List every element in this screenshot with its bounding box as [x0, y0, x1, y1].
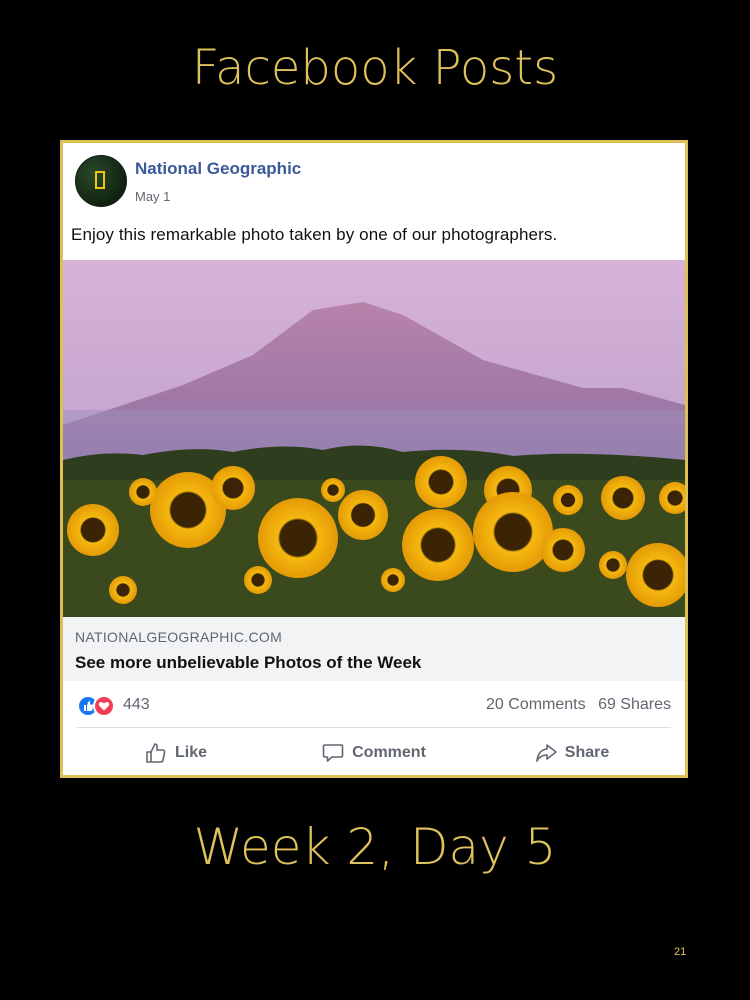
- like-button[interactable]: Like: [77, 735, 275, 771]
- comment-button[interactable]: Comment: [275, 735, 473, 771]
- comment-icon: [322, 744, 344, 762]
- shares-count[interactable]: 69 Shares: [598, 696, 671, 713]
- comments-count[interactable]: 20 Comments: [486, 696, 586, 713]
- avatar[interactable]: [75, 155, 127, 207]
- share-label: Share: [564, 744, 610, 761]
- post-text: Enjoy this remarkable photo taken by one…: [71, 225, 558, 244]
- post-actions: Like Comment Share: [77, 735, 671, 771]
- post-date[interactable]: May 1: [135, 189, 170, 204]
- nat-geo-logo-icon: [95, 171, 105, 189]
- page-name-link[interactable]: National Geographic: [135, 159, 301, 179]
- post-header: National Geographic May 1: [75, 155, 665, 209]
- action-divider: [77, 727, 671, 728]
- link-preview[interactable]: NATIONALGEOGRAPHIC.COM See more unbeliev…: [63, 617, 685, 681]
- like-label: Like: [174, 744, 207, 761]
- post-stats: 20 Comments 69 Shares: [478, 696, 671, 714]
- reaction-summary: 443 20 Comments 69 Shares: [77, 691, 671, 721]
- page-number: 21: [674, 946, 687, 958]
- link-domain: NATIONALGEOGRAPHIC.COM: [75, 629, 283, 645]
- reaction-count[interactable]: 443: [123, 696, 150, 714]
- day-label: Week 2, Day 5: [193, 818, 557, 876]
- share-button[interactable]: Share: [473, 735, 671, 771]
- link-title[interactable]: See more unbelievable Photos of the Week: [75, 653, 421, 673]
- love-reaction-icon[interactable]: [93, 695, 115, 717]
- slide-title: Facebook Posts: [191, 40, 559, 96]
- comment-label: Comment: [352, 744, 426, 761]
- share-arrow-icon: [535, 744, 557, 762]
- facebook-post-card: National Geographic May 1 Enjoy this rem…: [60, 140, 688, 778]
- thumbs-up-icon: [146, 743, 166, 763]
- sunflower-mountain-photo: [63, 260, 685, 617]
- post-photo[interactable]: [63, 260, 685, 617]
